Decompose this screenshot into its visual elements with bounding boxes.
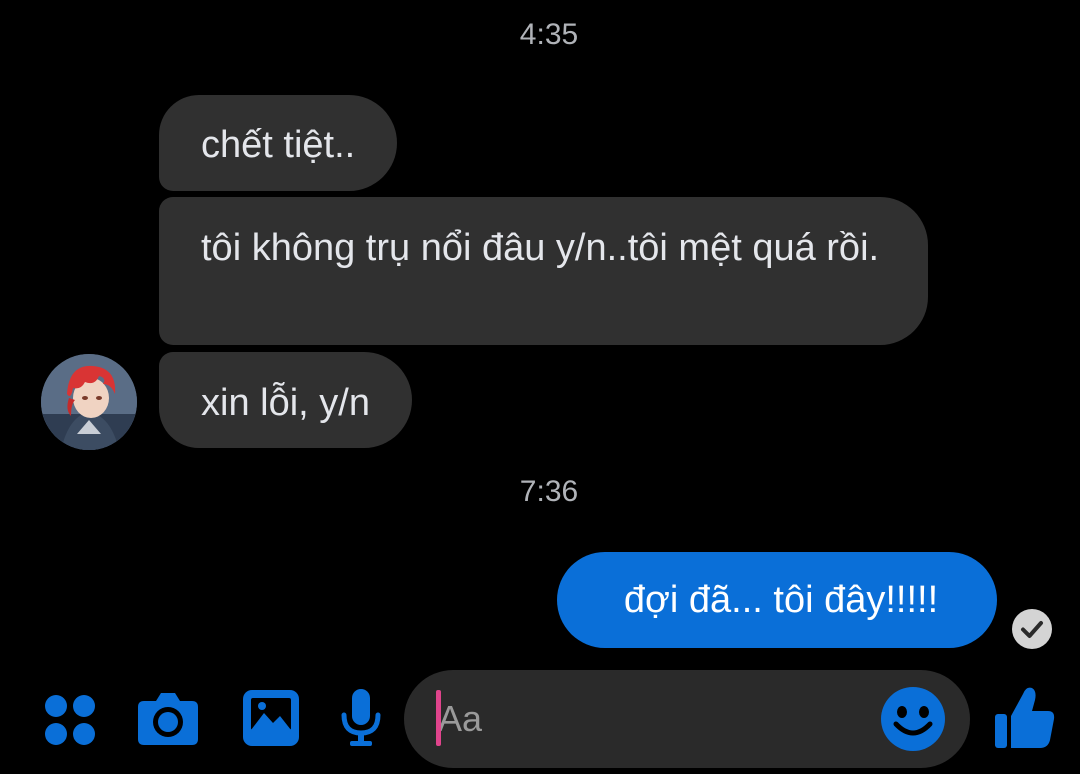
text-cursor <box>436 690 441 746</box>
timestamp: 4:35 <box>519 18 579 51</box>
message-input[interactable] <box>404 670 970 768</box>
grid-menu-icon[interactable] <box>43 693 97 747</box>
check-circle-icon <box>1012 609 1052 649</box>
avatar[interactable] <box>41 354 137 450</box>
outgoing-message-bubble[interactable]: đợi đã... tôi đây!!!!! <box>557 552 997 648</box>
emoji-icon[interactable] <box>880 686 946 752</box>
incoming-message-bubble[interactable]: chết tiệt.. <box>159 95 398 191</box>
incoming-message-bubble[interactable]: tôi không trụ nổi đâu y/n..tôi mệt quá r… <box>159 197 928 345</box>
thumbs-up-icon[interactable] <box>993 684 1057 750</box>
camera-icon[interactable] <box>136 689 200 747</box>
message-text-input[interactable] <box>436 694 858 744</box>
incoming-message-bubble[interactable]: xin lỗi, y/n <box>159 352 412 448</box>
avatar-image <box>41 354 137 450</box>
gallery-icon[interactable] <box>242 689 300 747</box>
microphone-icon[interactable] <box>340 689 382 747</box>
timestamp: 7:36 <box>519 475 579 508</box>
